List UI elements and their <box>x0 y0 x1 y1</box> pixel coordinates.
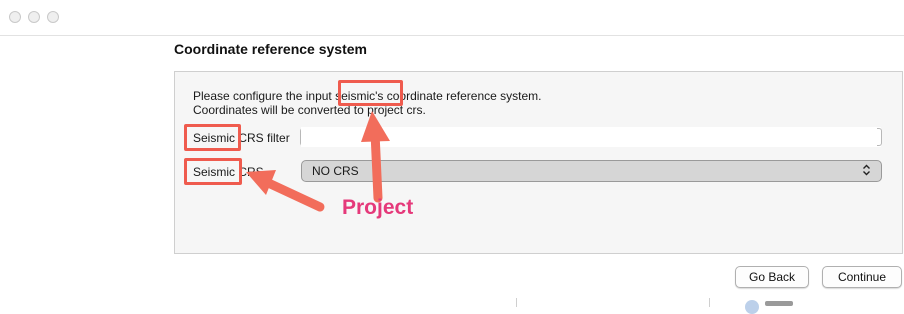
crs-selected-value: NO CRS <box>312 164 359 178</box>
close-window-button[interactable] <box>9 11 21 23</box>
project-annotation: Project <box>342 196 414 219</box>
intro-line-1-prefix: Please configure the input <box>193 89 336 103</box>
window-controls <box>9 11 59 23</box>
seismics-highlight-box <box>338 80 403 106</box>
minimize-window-button[interactable] <box>28 11 40 23</box>
updown-chevron-icon-glyph <box>862 164 870 176</box>
crs-filter-label-suffix: CRS filter <box>235 131 290 145</box>
continue-button[interactable]: Continue <box>822 266 902 288</box>
intro-line-1-suffix: coordinate reference system. <box>383 89 542 103</box>
updown-chevron-icon <box>861 164 871 178</box>
crs-select[interactable]: NO CRS <box>301 160 882 182</box>
section-title: Coordinate reference system <box>174 41 367 57</box>
crs-seismic-highlight-box <box>184 158 242 185</box>
background-avatar-icon <box>745 300 759 314</box>
background-divider <box>516 298 517 307</box>
titlebar-divider <box>0 35 904 36</box>
background-divider-2 <box>709 298 710 307</box>
crs-filter-input[interactable] <box>301 127 881 147</box>
go-back-button[interactable]: Go Back <box>735 266 809 288</box>
background-text-fragment <box>765 301 793 306</box>
zoom-window-button[interactable] <box>47 11 59 23</box>
filter-field-right-edge <box>877 128 882 146</box>
filter-seismic-highlight-box <box>184 124 241 151</box>
